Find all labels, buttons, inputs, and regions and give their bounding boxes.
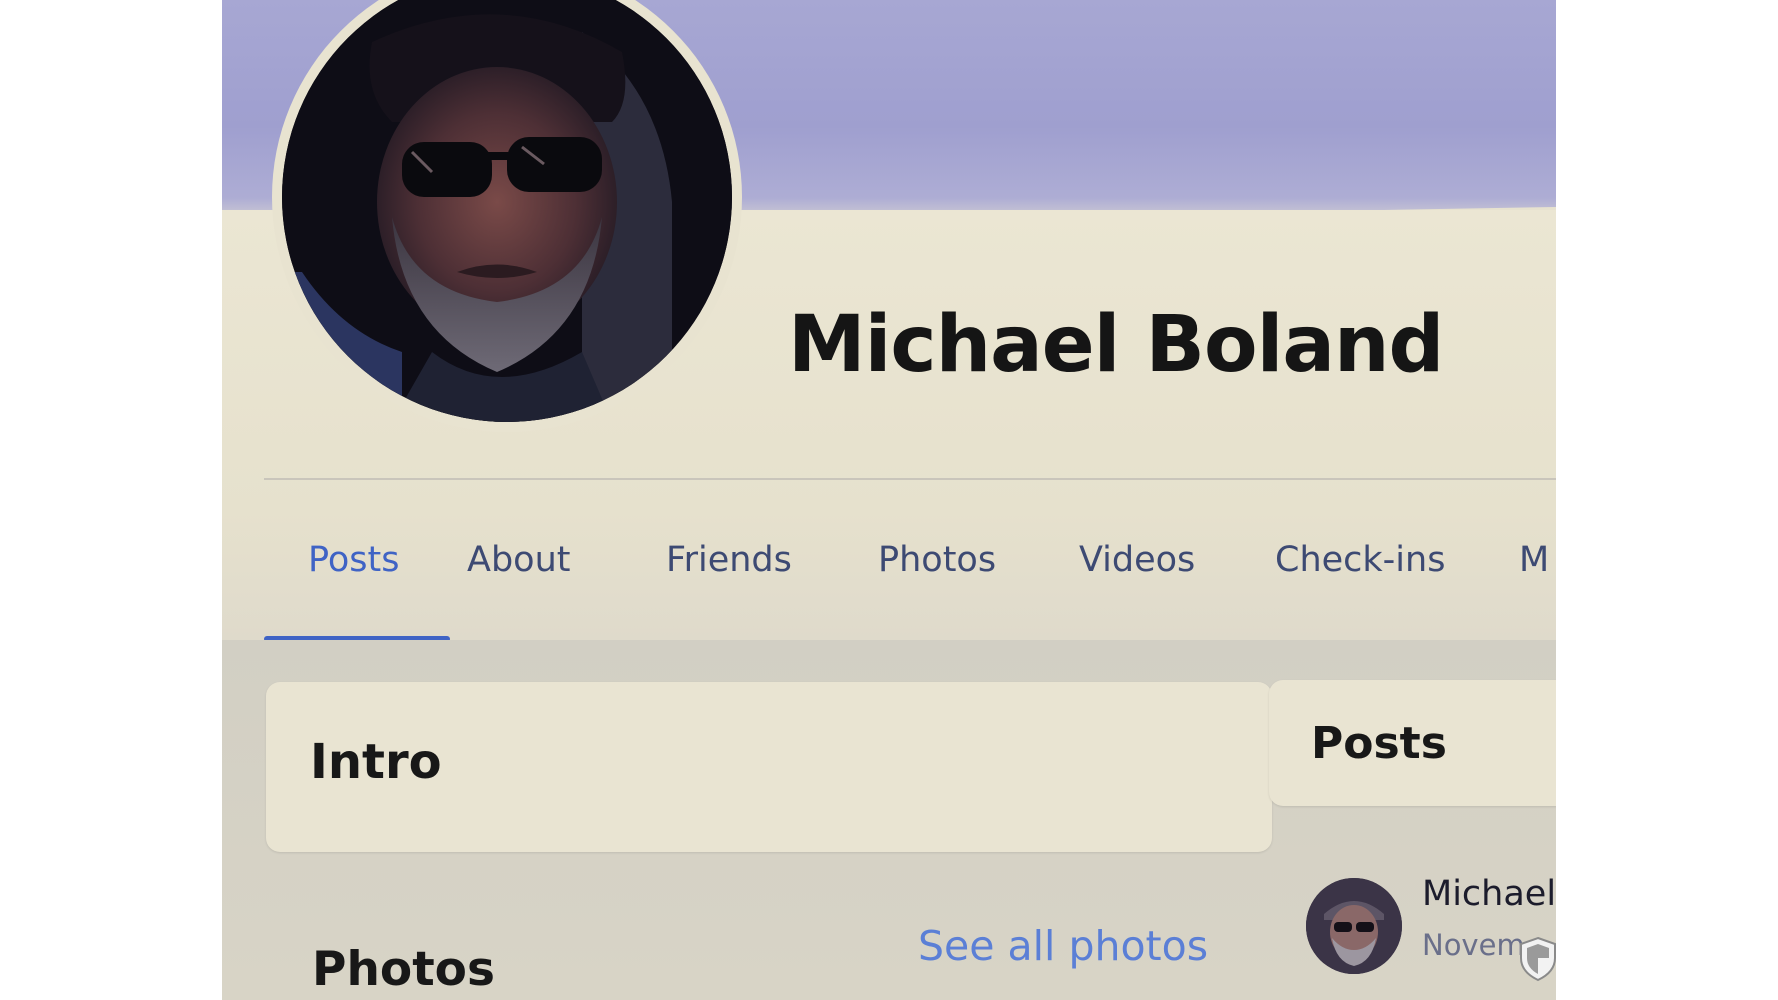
intro-card: Intro	[266, 682, 1272, 852]
post-date[interactable]: Novem	[1422, 928, 1525, 962]
post-author-name[interactable]: Michael I	[1422, 874, 1556, 914]
tab-about[interactable]: About	[467, 540, 570, 580]
tab-photos[interactable]: Photos	[878, 540, 996, 580]
photos-title: Photos	[312, 942, 495, 997]
profile-tabs: Posts About Friends Photos Videos Check-…	[264, 520, 1556, 642]
tab-posts[interactable]: Posts	[308, 540, 399, 580]
shield-icon	[1518, 936, 1556, 982]
profile-name: Michael Boland	[788, 300, 1444, 390]
tab-friends[interactable]: Friends	[666, 540, 792, 580]
post-author-avatar[interactable]	[1306, 878, 1402, 974]
screen: Michael Boland Posts About Friends Photo…	[222, 0, 1556, 1000]
see-all-photos-link[interactable]: See all photos	[918, 922, 1208, 970]
profile-photo-small-icon	[1306, 878, 1402, 974]
intro-title: Intro	[310, 734, 442, 790]
posts-card: Posts	[1269, 680, 1556, 806]
tab-videos[interactable]: Videos	[1079, 540, 1195, 580]
header-divider	[264, 478, 1556, 480]
posts-title: Posts	[1311, 718, 1447, 769]
tab-more[interactable]: M	[1519, 540, 1549, 580]
tab-check-ins[interactable]: Check-ins	[1275, 540, 1445, 580]
